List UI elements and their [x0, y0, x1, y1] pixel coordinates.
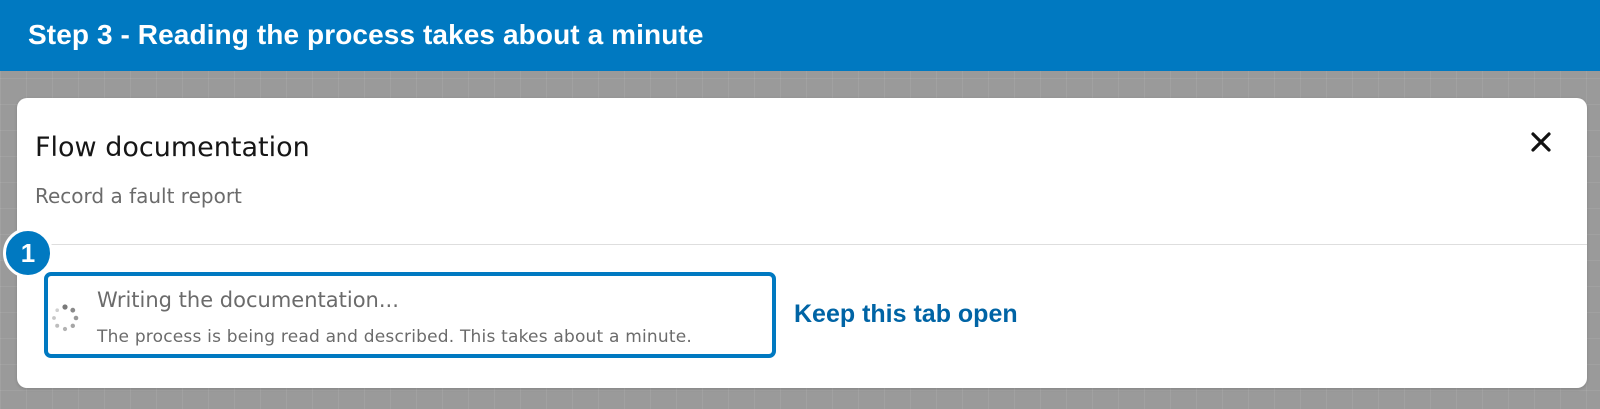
- close-icon: [1531, 132, 1551, 152]
- close-button[interactable]: [1526, 127, 1556, 157]
- status-description: The process is being read and described.…: [97, 327, 692, 347]
- loading-spinner-icon: [52, 304, 79, 332]
- dialog-divider: [17, 244, 1587, 245]
- step-banner-text: Step 3 - Reading the process takes about…: [28, 18, 704, 50]
- dialog-title: Flow documentation: [35, 132, 310, 163]
- dialog-subtitle: Record a fault report: [35, 184, 242, 208]
- status-title: Writing the documentation...: [97, 288, 399, 312]
- keep-tab-open-hint: Keep this tab open: [794, 300, 1018, 328]
- step-banner: Step 3 - Reading the process takes about…: [0, 0, 1600, 71]
- step-marker-badge: 1: [3, 228, 53, 278]
